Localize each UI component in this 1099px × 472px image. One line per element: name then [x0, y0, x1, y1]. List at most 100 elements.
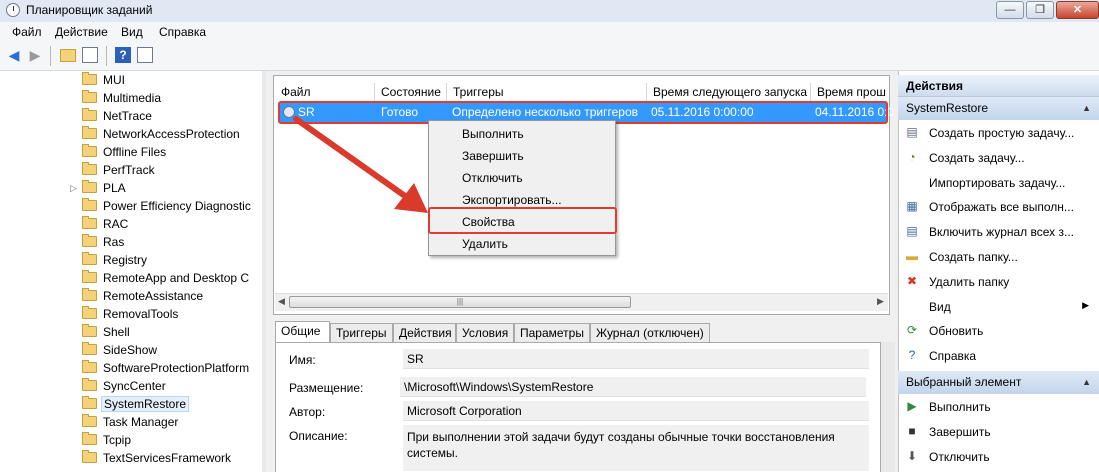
tab-actions[interactable]: Действия — [393, 323, 456, 343]
forward-arrow-icon[interactable]: ▶ — [27, 47, 43, 63]
action-item[interactable]: ? Справка — [898, 344, 1099, 368]
folder-icon — [82, 144, 97, 157]
tree-item[interactable]: SyncCenter — [0, 377, 262, 395]
section-title: SystemRestore — [906, 101, 989, 115]
scroll-left-icon[interactable]: ◀ — [278, 296, 285, 307]
tab-history[interactable]: Журнал (отключен) — [590, 323, 710, 343]
selected-action-item[interactable]: ■ Завершить — [898, 420, 1099, 444]
selected-action-item[interactable]: ▶ Выполнить — [898, 395, 1099, 419]
ctx-disable[interactable]: Отключить — [462, 171, 523, 185]
folder-icon — [82, 216, 97, 229]
task-list-hscrollbar[interactable]: ◀ ||| ▶ — [275, 293, 888, 311]
tree-item-label: SystemRestore — [101, 396, 190, 412]
tree-item[interactable]: Task Manager — [0, 413, 262, 431]
scroll-thumb[interactable]: ||| — [289, 296, 631, 308]
tab-general[interactable]: Общие — [275, 321, 330, 343]
ctx-end[interactable]: Завершить — [462, 149, 524, 163]
refresh-icon: ⟳ — [906, 323, 918, 338]
tree-item[interactable]: NetTrace — [0, 107, 262, 125]
help-icon[interactable]: ? — [115, 47, 131, 63]
action-pane-icon[interactable] — [137, 47, 153, 63]
create-task-icon: ◔ — [908, 149, 916, 164]
tree-item[interactable]: Multimedia — [0, 89, 262, 107]
tree-item[interactable]: MUI — [0, 71, 262, 89]
expand-icon[interactable]: ▷ — [70, 183, 77, 194]
tree-scrollbar[interactable] — [262, 71, 266, 472]
tree-item[interactable]: SideShow — [0, 341, 262, 359]
action-item[interactable]: ◔ Создать задачу... — [898, 146, 1099, 170]
action-item[interactable]: ✖ Удалить папку — [898, 270, 1099, 294]
tree-item[interactable]: TextServicesFramework — [0, 449, 262, 467]
ctx-delete[interactable]: Удалить — [462, 237, 508, 251]
menu-help[interactable]: Справка — [159, 25, 206, 39]
tab-settings[interactable]: Параметры — [514, 323, 590, 343]
action-item[interactable]: ▤ Включить журнал всех з... — [898, 220, 1099, 244]
tree-item[interactable]: ▷ PLA — [0, 179, 262, 197]
console-tree-icon[interactable] — [82, 47, 98, 63]
action-label: Отображать все выполн... — [929, 200, 1074, 215]
tree-item[interactable]: PerfTrack — [0, 161, 262, 179]
folder-icon — [82, 414, 97, 427]
menu-view[interactable]: Вид — [121, 25, 143, 39]
actions-section-systemrestore[interactable]: SystemRestore ▲ — [898, 97, 1099, 120]
action-item[interactable]: ⟳ Обновить — [898, 319, 1099, 343]
submenu-arrow-icon: ▶ — [1082, 299, 1089, 310]
menu-action[interactable]: Действие — [55, 25, 108, 39]
author-value: Microsoft Corporation — [403, 401, 869, 421]
folder-icon — [82, 360, 97, 373]
folder-icon — [82, 396, 97, 409]
collapse-icon[interactable]: ▲ — [1082, 371, 1091, 394]
tree-item[interactable]: RAC — [0, 215, 262, 233]
minimize-button[interactable]: — — [996, 1, 1024, 19]
tree-item[interactable]: SoftwareProtectionPlatform — [0, 359, 262, 377]
maximize-button[interactable]: ❐ — [1026, 1, 1054, 19]
tree-item[interactable]: Shell — [0, 323, 262, 341]
scroll-right-icon[interactable]: ▶ — [877, 296, 884, 307]
action-item[interactable]: ▬ Создать папку... — [898, 245, 1099, 269]
menu-file[interactable]: Файл — [12, 25, 42, 39]
action-item[interactable]: Импортировать задачу... — [898, 171, 1099, 195]
action-item[interactable]: ▤ Создать простую задачу... — [898, 121, 1099, 145]
properties-highlight-box — [428, 207, 617, 234]
column-triggers[interactable]: Триггеры — [447, 83, 647, 101]
tree-item-label: SyncCenter — [103, 379, 166, 393]
column-last-run[interactable]: Время прош — [811, 83, 889, 101]
tab-conditions[interactable]: Условия — [456, 323, 514, 343]
tree-item[interactable]: NetworkAccessProtection — [0, 125, 262, 143]
title-bar: Планировщик заданий — ❐ ✕ — [0, 0, 1099, 23]
column-file[interactable]: Файл — [275, 83, 375, 101]
action-item[interactable]: Вид ▶ — [898, 295, 1099, 319]
tree-item-label: PLA — [103, 181, 126, 195]
tree-item-label: RemoteApp and Desktop C — [103, 271, 250, 285]
actions-section-selected[interactable]: Выбранный элемент ▲ — [898, 371, 1099, 394]
tree-item[interactable]: RemovalTools — [0, 305, 262, 323]
action-label: Создать простую задачу... — [929, 126, 1075, 140]
tree-item[interactable]: Ras — [0, 233, 262, 251]
detail-scrollbar[interactable] — [881, 342, 895, 472]
ctx-export[interactable]: Экспортировать... — [462, 193, 562, 207]
tree-item[interactable]: Tcpip — [0, 431, 262, 449]
tree-item-label: RemovalTools — [103, 307, 179, 321]
tree-item[interactable]: RemoteApp and Desktop C — [0, 269, 262, 287]
collapse-icon[interactable]: ▲ — [1082, 97, 1091, 120]
close-button[interactable]: ✕ — [1056, 1, 1099, 19]
tree-item[interactable]: SystemRestore — [0, 395, 262, 413]
tree-item[interactable]: Offline Files — [0, 143, 262, 161]
column-state[interactable]: Состояние — [375, 83, 447, 101]
tree-item[interactable]: RemoteAssistance — [0, 287, 262, 305]
selected-action-item[interactable]: ⬇ Отключить — [898, 445, 1099, 469]
action-item[interactable]: ▦ Отображать все выполн... — [898, 195, 1099, 219]
tree-item-label: Shell — [103, 325, 130, 339]
folder-icon — [82, 108, 97, 121]
back-arrow-icon[interactable]: ◀ — [6, 47, 22, 63]
up-folder-icon[interactable] — [60, 49, 76, 62]
tree-item[interactable]: Power Efficiency Diagnostic — [0, 197, 262, 215]
tree-item-label: NetworkAccessProtection — [103, 127, 240, 141]
tab-triggers[interactable]: Триггеры — [330, 323, 393, 343]
ctx-run[interactable]: Выполнить — [462, 127, 524, 141]
column-next-run[interactable]: Время следующего запуска — [647, 83, 811, 101]
task-list-header: Файл Состояние Триггеры Время следующего… — [275, 83, 889, 101]
tree-item[interactable]: Registry — [0, 251, 262, 269]
folder-icon — [82, 450, 97, 463]
action-label: Создать задачу... — [929, 150, 1025, 165]
